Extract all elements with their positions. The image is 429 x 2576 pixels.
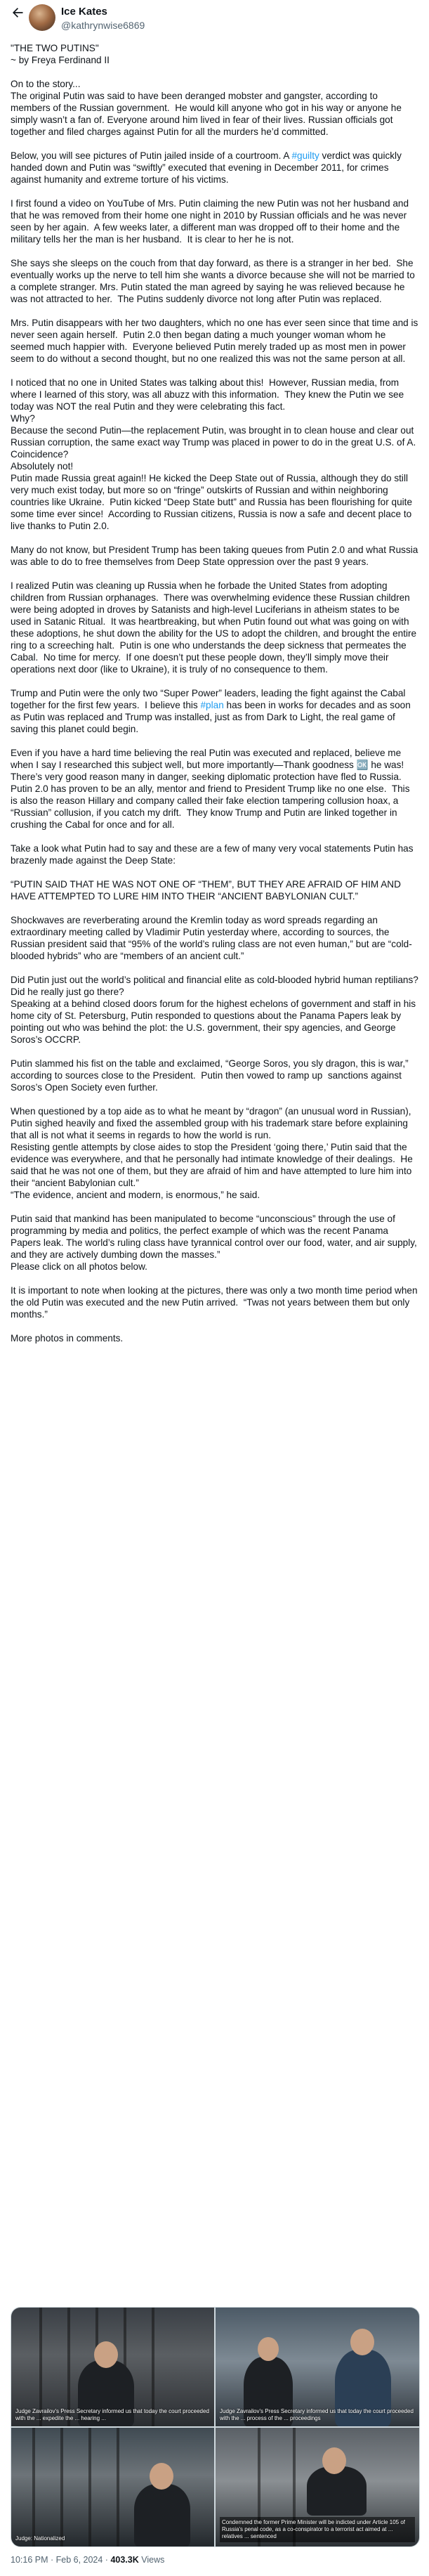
person-head xyxy=(150,2463,173,2490)
post-header: Ice Kates @kathrynwise6869 xyxy=(11,4,418,35)
media-photo[interactable]: Judge Zavrailov's Press Secretary inform… xyxy=(11,2308,214,2426)
post-text: "THE TWO PUTINS" ~ by Freya Ferdinand II… xyxy=(11,42,418,1344)
media-caption: Judge: Nationalized xyxy=(15,2535,65,2542)
author-handle[interactable]: @kathrynwise6869 xyxy=(61,20,145,31)
media-photo[interactable]: Judge Zavrailov's Press Secretary inform… xyxy=(216,2308,419,2426)
post-text-part: has been in works for decades and as soo… xyxy=(11,700,418,1344)
hashtag-plan-link[interactable]: #plan xyxy=(201,700,224,710)
person-head xyxy=(258,2337,279,2361)
media-photo[interactable]: Judge: Nationalized xyxy=(11,2428,214,2546)
post-text-part: "THE TWO PUTINS" ~ by Freya Ferdinand II… xyxy=(11,43,402,161)
avatar[interactable] xyxy=(29,4,55,31)
media-grid: Judge Zavrailov's Press Secretary inform… xyxy=(11,2307,420,2547)
media-caption: Judge Zavrailov's Press Secretary inform… xyxy=(220,2408,414,2421)
views-label: Views xyxy=(138,2555,165,2565)
media-photo[interactable]: Condemned the former Prime Minister will… xyxy=(216,2428,419,2546)
person-head xyxy=(350,2329,374,2355)
cage-bar xyxy=(88,2428,91,2546)
back-arrow-icon[interactable] xyxy=(11,6,25,20)
post-meta: 10:16 PM · Feb 6, 2024 · 403.3K Views xyxy=(11,2555,164,2565)
media-caption: Judge Zavrailov's Press Secretary inform… xyxy=(15,2408,209,2421)
views-count: 403.3K xyxy=(110,2555,139,2565)
post-timestamp[interactable]: 10:16 PM · Feb 6, 2024 · xyxy=(11,2555,110,2565)
cage-bar xyxy=(117,2428,119,2546)
person-head xyxy=(322,2447,346,2474)
person-head xyxy=(94,2341,118,2368)
post-text-part: verdict was quickly handed down and Puti… xyxy=(11,150,418,710)
author-name[interactable]: Ice Kates xyxy=(61,6,107,18)
media-caption: Condemned the former Prime Minister will… xyxy=(220,2517,415,2542)
hashtag-guilty-link[interactable]: #guilty xyxy=(291,150,319,161)
cage-bar xyxy=(32,2428,35,2546)
cage-bar xyxy=(60,2428,63,2546)
